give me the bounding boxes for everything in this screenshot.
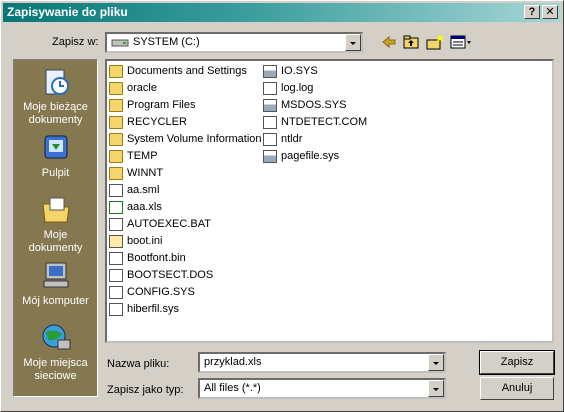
new-folder-icon[interactable] (425, 32, 445, 52)
cancel-button[interactable]: Anuluj (480, 377, 554, 400)
folder-icon (109, 150, 123, 163)
file-name: Bootfont.bin (127, 252, 186, 264)
file-name: TEMP (127, 150, 158, 162)
file-icon (109, 252, 123, 265)
file-icon (109, 218, 123, 231)
file-name: BOOTSECT.DOS (127, 269, 214, 281)
file-name: Documents and Settings (127, 65, 247, 77)
chevron-down-icon[interactable] (428, 354, 444, 371)
save-in-combo[interactable]: SYSTEM (C:) (105, 32, 363, 53)
back-arrow-icon[interactable] (379, 32, 399, 52)
help-button[interactable]: ? (524, 5, 540, 19)
save-in-value: SYSTEM (C:) (133, 36, 200, 48)
filetype-value: All files (*.*) (204, 382, 261, 394)
place-recent-documents[interactable]: Moje bieżące dokumenty (14, 66, 97, 127)
folder-icon (109, 133, 123, 146)
file-icon (263, 116, 277, 129)
place-label: Mój komputer (22, 295, 89, 307)
file-name: log.log (281, 82, 314, 94)
file-name: NTDETECT.COM (281, 116, 368, 128)
save-in-label: Zapisz w: (52, 36, 99, 48)
folder-icon (109, 116, 123, 129)
file-icon (263, 150, 277, 163)
place-desktop[interactable]: Pulpit (14, 132, 97, 180)
file-name: aa.sml (127, 184, 160, 196)
network-places-icon (42, 324, 70, 350)
desktop-icon (44, 135, 67, 159)
file-name: CONFIG.SYS (127, 286, 195, 298)
place-my-documents[interactable]: Moje dokumenty (14, 194, 97, 255)
folder-icon (109, 82, 123, 95)
file-icon (109, 201, 123, 214)
views-menu-icon[interactable] (449, 32, 473, 52)
file-icon (263, 99, 277, 112)
file-icon (109, 303, 123, 316)
file-name: AUTOEXEC.BAT (127, 218, 211, 230)
place-label: Pulpit (41, 167, 70, 179)
file-name: ntldr (281, 133, 303, 145)
save-dialog: Zapisywanie do pliku ? ✕ Zapisz w: SYSTE… (0, 0, 564, 412)
file-name: Program Files (127, 99, 196, 111)
file-name: WINNT (127, 167, 164, 179)
filename-label: Nazwa pliku: (107, 358, 170, 370)
file-name: aaa.xls (127, 201, 162, 213)
place-label: Moje miejsca sieciowe (23, 357, 88, 382)
file-name: hiberfil.sys (127, 303, 179, 315)
file-name: boot.ini (127, 235, 163, 247)
save-button[interactable]: Zapisz (479, 350, 555, 375)
drive-icon (111, 39, 129, 47)
my-computer-icon (43, 262, 68, 288)
place-my-computer[interactable]: Mój komputer (14, 260, 97, 308)
folder-icon (109, 99, 123, 112)
up-folder-icon[interactable] (401, 32, 421, 52)
file-name: oracle (127, 82, 157, 94)
file-icon (109, 235, 123, 248)
file-name: MSDOS.SYS (281, 99, 347, 111)
file-icon (109, 269, 123, 282)
filename-value: przyklad.xls (204, 356, 262, 368)
chevron-down-icon[interactable] (345, 34, 361, 51)
file-icon (109, 286, 123, 299)
place-label: Moje bieżące dokumenty (23, 101, 88, 126)
folder-icon (109, 65, 123, 78)
place-network-places[interactable]: Moje miejsca sieciowe (14, 322, 97, 383)
file-name: pagefile.sys (281, 150, 340, 162)
file-name: System Volume Information (127, 133, 262, 145)
filetype-label: Zapisz jako typ: (107, 384, 184, 396)
file-name: IO.SYS (281, 65, 318, 77)
file-list[interactable]: Documents and Settings oracle Program File… (105, 59, 554, 343)
place-label: Moje dokumenty (28, 229, 83, 254)
recent-documents-icon (45, 69, 69, 95)
file-icon (263, 133, 277, 146)
folder-icon (109, 167, 123, 180)
places-bar: Moje bieżące dokumenty Pulpit Moje dokum… (13, 59, 98, 397)
file-icon (263, 65, 277, 78)
filename-field[interactable]: przyklad.xls (198, 352, 446, 373)
file-name: RECYCLER (127, 116, 187, 128)
close-button[interactable]: ✕ (542, 5, 558, 19)
file-icon (109, 184, 123, 197)
my-documents-icon (41, 197, 70, 223)
filetype-combo[interactable]: All files (*.*) (198, 378, 446, 399)
file-icon (263, 82, 277, 95)
title-bar: Zapisywanie do pliku ? ✕ (3, 3, 561, 22)
chevron-down-icon[interactable] (428, 380, 444, 397)
window-title: Zapisywanie do pliku (7, 5, 128, 19)
